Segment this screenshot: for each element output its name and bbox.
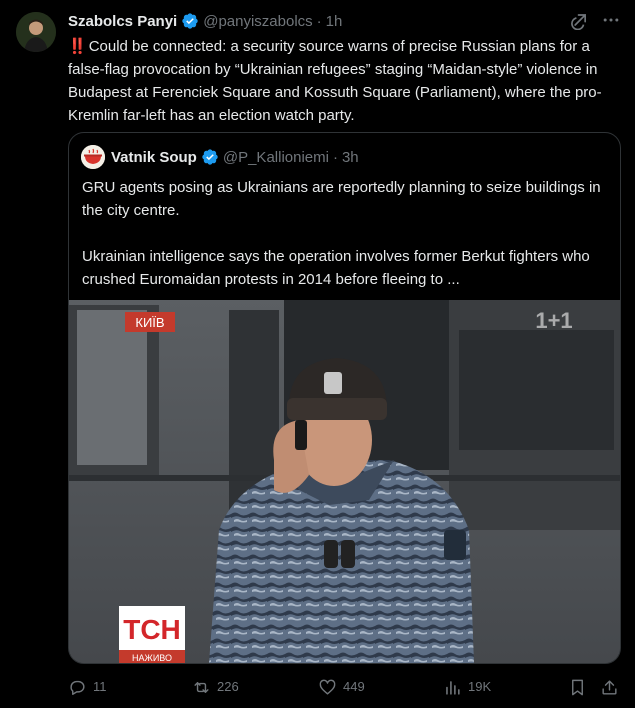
quote-author-handle[interactable]: @P_Kallioniemi [223,149,329,166]
reply-count: 11 [93,679,107,694]
reply-button[interactable]: 11 [68,675,107,699]
verified-badge-icon[interactable] [181,12,199,30]
soup-bowl-icon [81,145,105,169]
action-bar: 11 226 449 19K [68,675,624,699]
quote-avatar[interactable] [81,145,105,169]
analytics-icon [446,680,460,695]
location-label: КИЇВ [135,315,164,330]
quote-verified-badge-icon[interactable] [201,148,219,166]
author-avatar[interactable] [16,12,56,52]
quote-paragraph: Ukrainian intelligence says the operatio… [82,248,590,288]
quote-text: GRU agents posing as Ukrainians are repo… [82,176,607,314]
author-handle[interactable]: @panyiszabolcs [203,13,312,30]
quoted-tweet[interactable]: Vatnik Soup @P_Kallioniemi · 3h GRU agen… [68,132,621,664]
grok-icon[interactable] [571,10,591,30]
share-icon [602,679,617,695]
like-button[interactable]: 449 [318,675,365,699]
bookmark-button[interactable] [568,675,593,699]
live-label: НАЖИВО [132,653,172,663]
quote-header: Vatnik Soup @P_Kallioniemi · 3h [81,145,359,169]
repost-button[interactable]: 226 [192,675,239,699]
separator-dot: · [316,12,322,30]
quote-separator-dot: · [332,148,338,166]
quote-author-name[interactable]: Vatnik Soup [111,149,197,166]
author-name[interactable]: Szabolcs Panyi [68,13,177,30]
repost-icon [194,681,209,693]
views-count: 19K [468,679,492,694]
news-logo: ТСН [123,614,181,645]
quote-media-image[interactable]: КИЇВ 1+1 ТСН НАЖИВО [69,300,620,663]
tweet-header: Szabolcs Panyi @panyiszabolcs · 1h [68,11,575,31]
repost-count: 226 [217,679,239,694]
quote-paragraph: GRU agents posing as Ukrainians are repo… [82,179,601,219]
channel-logo: 1+1 [535,308,572,333]
profile-photo [16,12,56,52]
tweet-time[interactable]: 1h [326,13,343,30]
news-photo: КИЇВ 1+1 ТСН НАЖИВО [69,300,620,663]
share-button[interactable] [600,675,625,699]
like-count: 449 [343,679,365,694]
reply-icon [70,680,85,695]
tweet-text: ‼️ Could be connected: a security source … [68,35,624,127]
views-button[interactable]: 19K [443,675,491,699]
alert-emoji: ‼️ [68,38,87,55]
heart-icon [319,679,336,695]
quote-time[interactable]: 3h [342,149,359,166]
tweet-body: Could be connected: a security source wa… [68,38,602,124]
top-actions [571,10,621,30]
bookmark-icon [572,679,583,695]
more-icon[interactable] [601,10,621,30]
